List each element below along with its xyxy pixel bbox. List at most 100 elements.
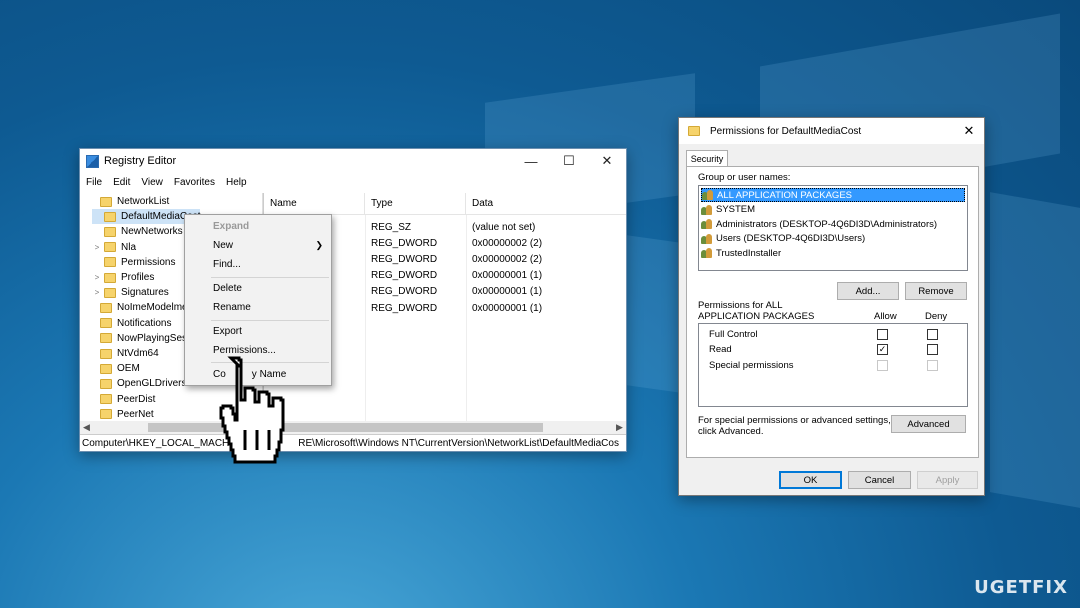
allow-checkbox (877, 359, 888, 371)
user-list-item[interactable]: SYSTEM (701, 203, 965, 217)
maximize-button[interactable]: ☐ (550, 149, 588, 173)
tree-item[interactable]: > Profiles (92, 270, 155, 285)
folder-icon (100, 318, 112, 329)
tree-item[interactable]: OEM (88, 361, 140, 376)
tree-item[interactable]: NetworkList (88, 194, 169, 209)
dialog-title-bar: Permissions for DefaultMediaCost ✕ (679, 118, 984, 144)
deny-header: Deny (925, 311, 948, 322)
perm-for-label-line1: Permissions for ALL (698, 300, 783, 311)
expand-chevron-icon[interactable]: > (92, 288, 102, 297)
value-type-cell: REG_DWORD (371, 302, 438, 314)
tree-item[interactable]: PeerNet (88, 407, 154, 422)
tree-item[interactable]: Permissions (92, 255, 175, 270)
menu-file[interactable]: File (86, 177, 102, 188)
folder-icon (104, 242, 116, 253)
permission-row: Full Control (699, 327, 967, 342)
value-data-cell: 0x00000001 (1) (472, 286, 543, 298)
tree-item[interactable]: NoImeModelmes (88, 300, 193, 315)
expand-chevron-icon[interactable]: > (92, 243, 102, 252)
menu-item-export[interactable]: Export (185, 322, 331, 340)
deny-checkbox (927, 359, 938, 371)
tree-item-label: Nla (121, 241, 137, 253)
value-type-cell: REG_DWORD (371, 237, 438, 249)
special-text-line1: For special permissions or advanced sett… (698, 415, 891, 426)
folder-icon (688, 126, 700, 136)
user-name: SYSTEM (716, 204, 756, 215)
column-name[interactable]: Name (264, 193, 365, 214)
column-data[interactable]: Data (466, 198, 626, 209)
folder-icon (100, 302, 112, 313)
tree-item-label: Profiles (121, 272, 155, 283)
user-name: Administrators (DESKTOP-4Q6DI3D\Administ… (716, 218, 938, 230)
folder-icon (100, 378, 112, 389)
menu-item-new[interactable]: New ❯ (185, 236, 331, 254)
permission-name: Read (709, 344, 732, 356)
tree-item[interactable]: NewNetworks (92, 224, 183, 239)
tree-item-label: PeerNet (117, 408, 154, 420)
user-group-icon (701, 233, 713, 244)
column-type[interactable]: Type (365, 193, 466, 214)
tree-item-label: NtVdm64 (117, 348, 159, 359)
allow-checkbox[interactable] (877, 329, 888, 340)
tree-item[interactable]: NtVdm64 (88, 346, 159, 361)
special-text-line2: click Advanced. (698, 426, 764, 437)
folder-icon (100, 363, 112, 374)
user-list-item[interactable]: Users (DESKTOP-4Q6DI3D\Users) (701, 232, 965, 246)
menu-edit[interactable]: Edit (113, 177, 130, 188)
tree-item[interactable]: OpenGLDrivers (88, 376, 186, 391)
minimize-button[interactable]: — (512, 149, 550, 173)
tree-item-label: Notifications (117, 317, 172, 329)
permission-row: Read ✓ (699, 342, 967, 357)
tree-item[interactable]: PeerDist (88, 392, 155, 407)
scroll-right-icon[interactable]: ▶ (613, 421, 626, 434)
tree-item-label: NetworkList (117, 196, 170, 207)
menu-separator (211, 277, 329, 278)
wallpaper-pane (990, 192, 1080, 508)
folder-icon (100, 394, 112, 405)
ok-button[interactable]: OK (779, 471, 842, 489)
tree-item-label: Permissions (121, 256, 176, 268)
folder-icon (100, 348, 112, 359)
value-type-cell: REG_DWORD (371, 286, 438, 298)
value-type-cell: REG_DWORD (371, 270, 438, 282)
horizontal-scrollbar[interactable]: ◀ ▶ (80, 421, 626, 434)
user-list-item[interactable]: ALL APPLICATION PACKAGES (701, 188, 965, 202)
cancel-button[interactable]: Cancel (848, 471, 911, 489)
value-data-cell: 0x00000002 (2) (472, 237, 543, 249)
list-header: Name Type Data (264, 193, 626, 215)
tree-item-label: OEM (117, 363, 140, 375)
menu-favorites[interactable]: Favorites (174, 177, 215, 188)
allow-checkbox[interactable]: ✓ (877, 344, 888, 356)
advanced-button[interactable]: Advanced (891, 415, 966, 433)
tree-item[interactable]: Notifications (88, 316, 171, 331)
menu-item-rename[interactable]: Rename (185, 298, 331, 316)
user-group-icon (701, 204, 713, 215)
tree-item-label: NewNetworks (121, 226, 183, 238)
user-list-item[interactable]: Administrators (DESKTOP-4Q6DI3D\Administ… (701, 217, 965, 231)
tree-item[interactable]: > Signatures (92, 285, 169, 300)
scroll-left-icon[interactable]: ◀ (80, 421, 93, 434)
folder-icon (104, 287, 116, 298)
deny-checkbox[interactable] (927, 344, 938, 356)
ugetfix-logo: UGETFIX (974, 577, 1068, 598)
expand-chevron-icon[interactable]: > (92, 273, 102, 282)
menu-help[interactable]: Help (226, 177, 247, 188)
apply-button[interactable]: Apply (917, 471, 978, 489)
user-list-item[interactable]: TrustedInstaller (701, 246, 965, 260)
menu-bar: File Edit View Favorites Help (80, 173, 626, 191)
menu-item-find[interactable]: Find... (185, 255, 331, 273)
add-button[interactable]: Add... (837, 282, 899, 300)
menu-view[interactable]: View (141, 177, 163, 188)
dialog-close-button[interactable]: ✕ (954, 123, 984, 139)
remove-button[interactable]: Remove (905, 282, 967, 300)
close-button[interactable]: ✕ (588, 149, 626, 173)
value-data-cell: 0x00000002 (2) (472, 253, 543, 265)
menu-item-delete[interactable]: Delete (185, 279, 331, 297)
tab-security[interactable]: Security (686, 150, 728, 167)
tree-item[interactable]: > Nla (92, 240, 136, 255)
dialog-title: Permissions for DefaultMediaCost (710, 125, 862, 137)
tree-item[interactable]: NowPlayingSessic (88, 331, 199, 346)
menu-item-label: Rename (213, 301, 251, 313)
deny-checkbox[interactable] (927, 329, 938, 340)
user-name: TrustedInstaller (716, 247, 782, 259)
